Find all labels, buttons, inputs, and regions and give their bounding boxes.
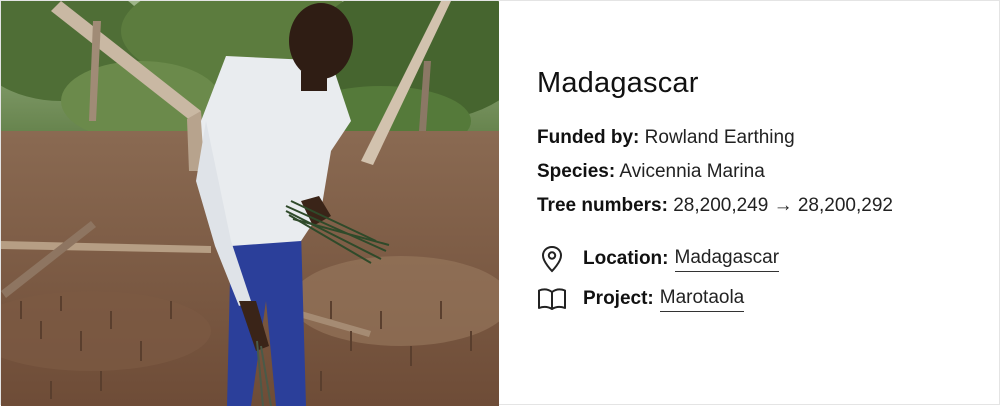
photo-illustration	[1, 1, 499, 406]
project-label: Project:	[583, 288, 654, 309]
location-row: Location: Madagascar	[537, 245, 780, 273]
planting-photo	[1, 1, 499, 406]
location-label: Location:	[583, 248, 669, 269]
species-row: Species: Avicennia Marina	[537, 161, 765, 183]
tree-numbers-label: Tree numbers:	[537, 195, 668, 216]
open-book-icon	[537, 285, 567, 313]
funded-by-label: Funded by:	[537, 127, 640, 148]
species-value: Avicennia Marina	[619, 161, 765, 182]
card-title: Madagascar	[537, 67, 699, 99]
map-pin-icon	[537, 245, 567, 273]
info-panel: Madagascar Funded by: Rowland Earthing S…	[499, 1, 999, 404]
species-label: Species:	[537, 161, 616, 182]
funded-by-value: Rowland Earthing	[644, 127, 795, 148]
project-link[interactable]: Marotaola	[659, 287, 745, 312]
location-link[interactable]: Madagascar	[674, 247, 780, 272]
tree-numbers-row: Tree numbers: 28,200,249 → 28,200,292	[537, 195, 893, 217]
tree-numbers-value: 28,200,249 → 28,200,292	[673, 195, 893, 216]
planting-card: Madagascar Funded by: Rowland Earthing S…	[0, 0, 1000, 406]
project-row: Project: Marotaola	[537, 285, 745, 313]
funded-by-row: Funded by: Rowland Earthing	[537, 127, 795, 149]
